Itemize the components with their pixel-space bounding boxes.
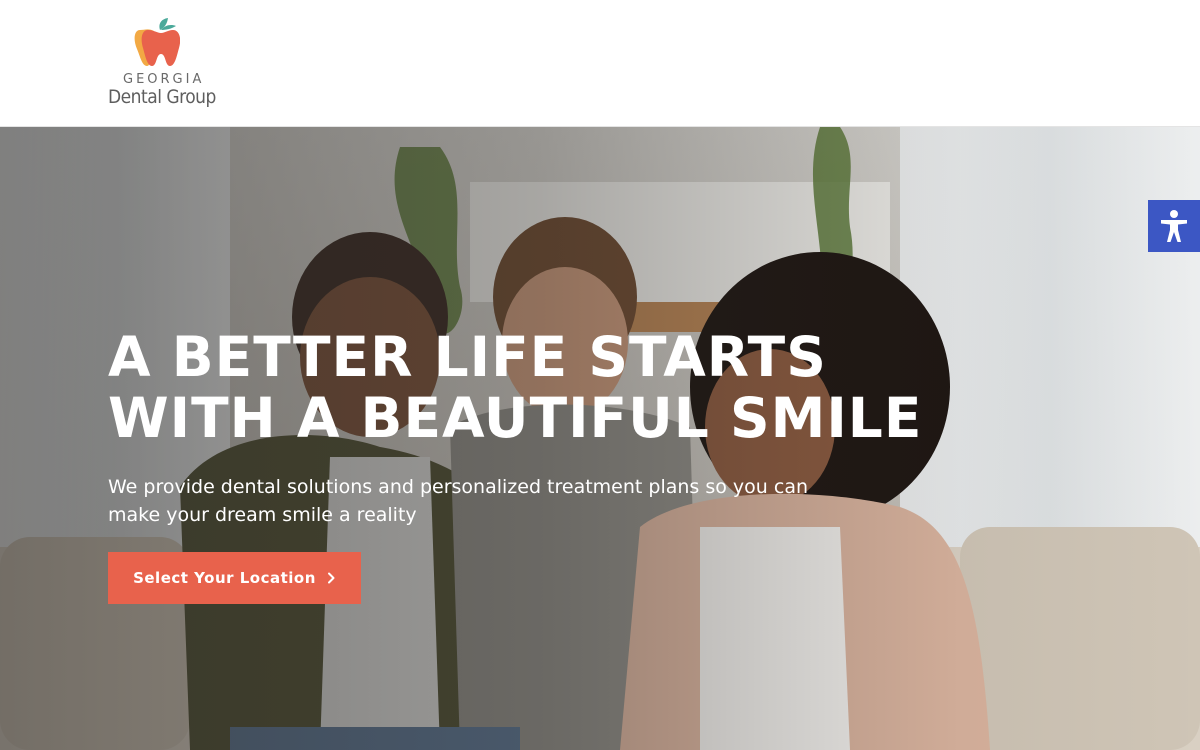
hero-title-line-1: A BETTER LIFE STARTS xyxy=(108,325,827,389)
hero-section: A BETTER LIFE STARTS WITH A BEAUTIFUL SM… xyxy=(0,127,1200,750)
select-location-label: Select Your Location xyxy=(133,569,316,587)
logo-line1: GEORGIA xyxy=(123,72,205,87)
hero-title-line-2: WITH A BEAUTIFUL SMILE xyxy=(108,386,923,450)
tooth-leaf-icon xyxy=(134,18,180,66)
site-logo[interactable]: GEORGIA Dental Group xyxy=(108,16,218,112)
chevron-right-icon xyxy=(327,572,335,584)
logo-line2: Dental Group xyxy=(108,86,216,108)
accessibility-button[interactable] xyxy=(1148,200,1200,252)
select-location-button[interactable]: Select Your Location xyxy=(108,552,361,604)
hero-title: A BETTER LIFE STARTS WITH A BEAUTIFUL SM… xyxy=(108,327,988,449)
accessibility-person-icon xyxy=(1161,210,1187,242)
hero-subtitle: We provide dental solutions and personal… xyxy=(108,476,809,526)
site-header: GEORGIA Dental Group xyxy=(0,0,1200,127)
